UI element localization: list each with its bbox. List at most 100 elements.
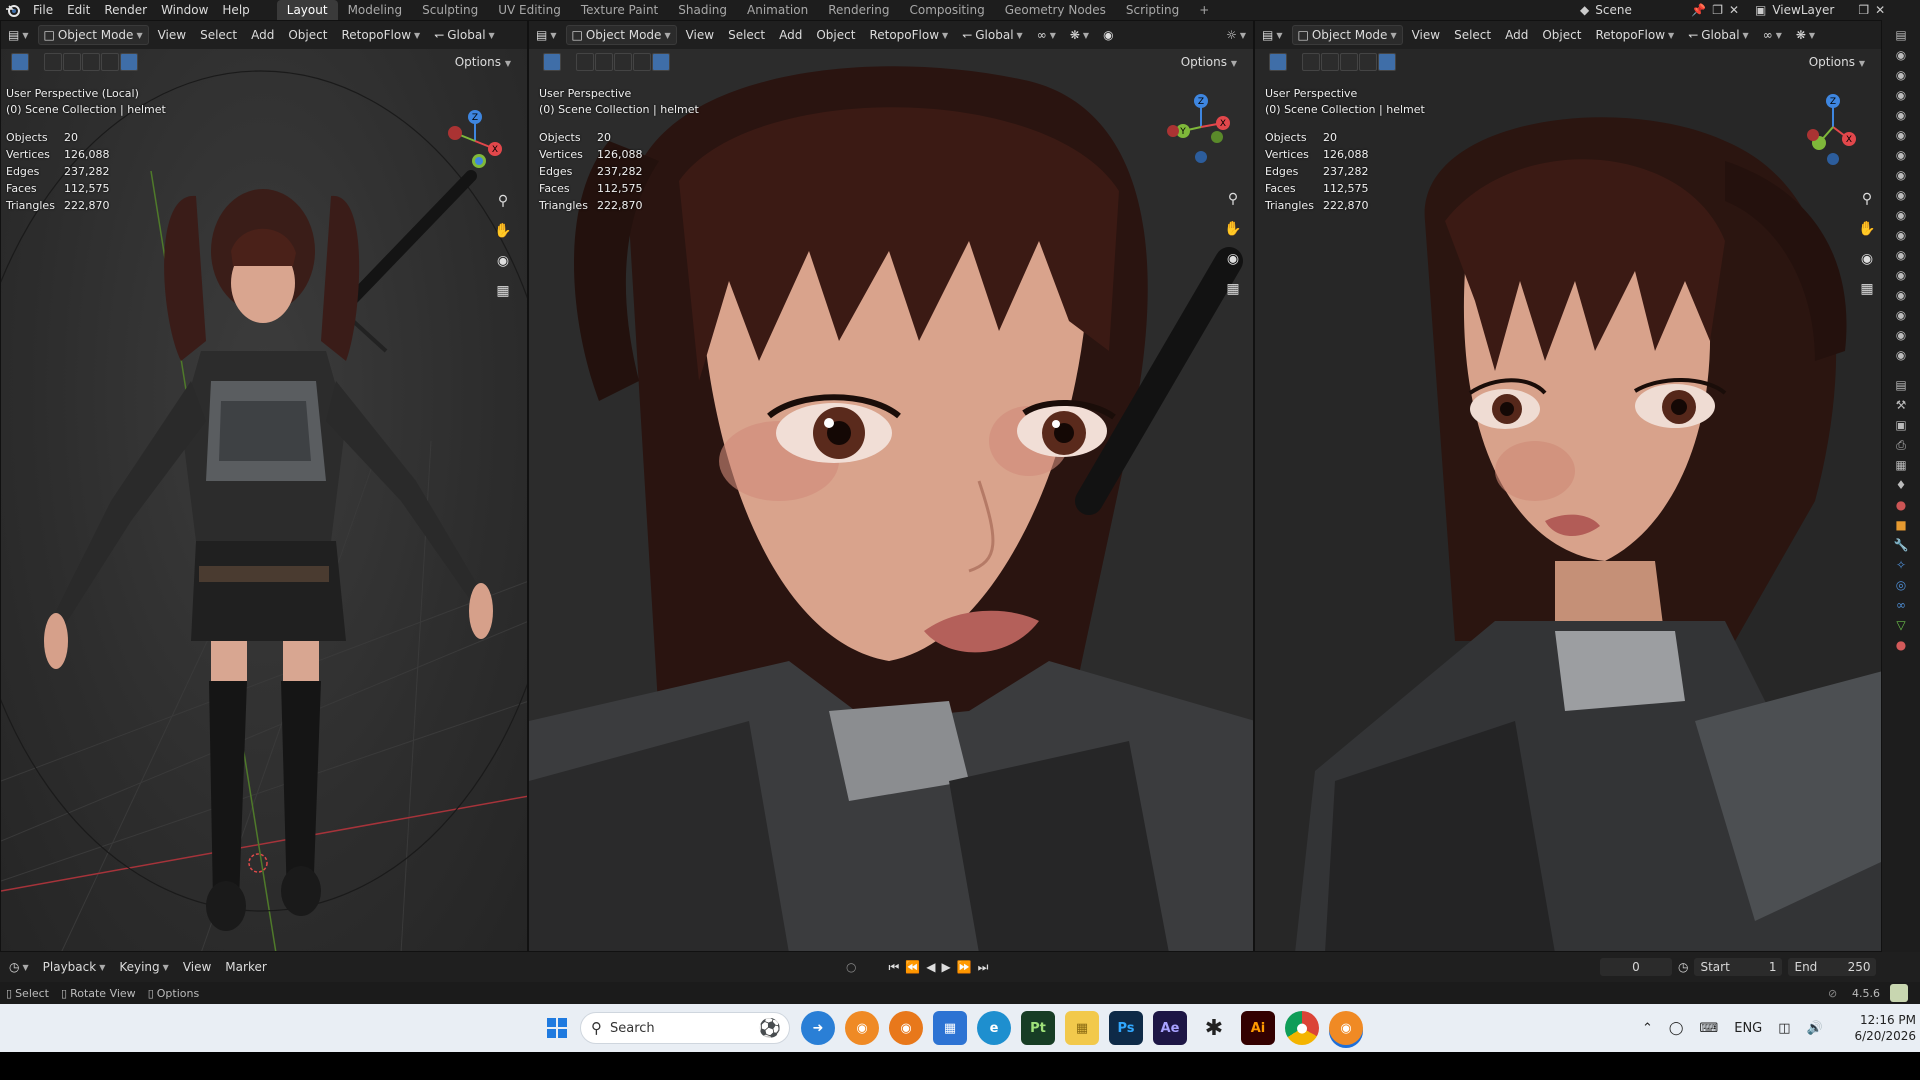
view-layer-name[interactable]: ViewLayer bbox=[1772, 3, 1852, 17]
add-workspace-button[interactable]: + bbox=[1189, 0, 1219, 20]
select-mode-extend-icon[interactable] bbox=[595, 53, 613, 71]
pin-icon[interactable]: 📌 bbox=[1691, 3, 1706, 17]
visibility-camera-icon[interactable]: ◉ bbox=[1890, 306, 1912, 324]
keying-menu[interactable]: Keying ▼ bbox=[114, 958, 173, 976]
orientation-dropdown[interactable]: ↽ Global ▼ bbox=[1683, 26, 1754, 44]
editor-type-icon[interactable]: ▤ ▼ bbox=[1257, 26, 1288, 44]
viewport-center[interactable]: ▤ ▼ □ Object Mode ▼ View Select Add Object … bbox=[528, 20, 1254, 952]
visibility-camera-icon[interactable]: ◉ bbox=[1890, 66, 1912, 84]
volume-icon[interactable]: 🔊 bbox=[1807, 1021, 1823, 1036]
orientation-dropdown[interactable]: ↽ Global ▼ bbox=[429, 26, 500, 44]
overlays-icon[interactable]: ☼ ▼ bbox=[1221, 26, 1251, 44]
visibility-camera-icon[interactable]: ◉ bbox=[1890, 346, 1912, 364]
tab-layout[interactable]: Layout bbox=[276, 0, 338, 20]
menu-add[interactable]: Add bbox=[1500, 26, 1533, 44]
world-properties-icon[interactable]: ● bbox=[1890, 496, 1912, 514]
camera-view-icon[interactable]: ◉ bbox=[1855, 247, 1879, 271]
select-mode-subtract-icon[interactable] bbox=[82, 53, 100, 71]
retopoflow-menu[interactable]: RetopoFlow ▼ bbox=[864, 26, 953, 44]
tool-properties-icon[interactable]: ⚒ bbox=[1890, 396, 1912, 414]
visibility-camera-icon[interactable]: ◉ bbox=[1890, 246, 1912, 264]
new-view-layer-icon[interactable]: ❐ bbox=[1858, 3, 1869, 17]
menu-help[interactable]: Help bbox=[215, 0, 256, 20]
pivot-icon[interactable]: ∞ ▼ bbox=[1758, 26, 1787, 44]
tab-texture-paint[interactable]: Texture Paint bbox=[571, 0, 668, 20]
blender-orange-icon[interactable]: ◉ bbox=[845, 1011, 879, 1045]
blender-icon[interactable]: ◉ bbox=[889, 1011, 923, 1045]
outliner-editor-icon[interactable]: ▤ bbox=[1890, 26, 1912, 44]
visibility-camera-icon[interactable]: ◉ bbox=[1890, 146, 1912, 164]
photoshop-icon[interactable]: Ps bbox=[1109, 1011, 1143, 1045]
viewport-left[interactable]: ▤ ▼ □ Object Mode ▼ View Select Add Object … bbox=[0, 20, 528, 952]
ortho-grid-icon[interactable]: ▦ bbox=[491, 279, 515, 303]
end-frame-field[interactable]: End 250 bbox=[1788, 958, 1877, 976]
zoom-icon[interactable]: ⚲ bbox=[491, 189, 515, 213]
select-tool-icon[interactable] bbox=[11, 53, 29, 71]
tab-shading[interactable]: Shading bbox=[668, 0, 737, 20]
options-button[interactable]: Options ▼ bbox=[1173, 53, 1245, 71]
tab-rendering[interactable]: Rendering bbox=[818, 0, 899, 20]
menu-view[interactable]: View bbox=[681, 26, 719, 44]
scene-properties-icon[interactable]: ♦ bbox=[1890, 476, 1912, 494]
play-reverse-icon[interactable]: ◀ bbox=[926, 960, 935, 974]
chrome-icon[interactable]: ● bbox=[1285, 1011, 1319, 1045]
visibility-camera-icon[interactable]: ◉ bbox=[1890, 286, 1912, 304]
navigation-gizmo[interactable]: Z X bbox=[1791, 87, 1871, 167]
visibility-camera-icon[interactable]: ◉ bbox=[1890, 226, 1912, 244]
jump-end-icon[interactable]: ⏭ bbox=[978, 960, 989, 975]
select-mode-new-icon[interactable] bbox=[576, 53, 594, 71]
select-mode-intersect-icon[interactable] bbox=[652, 53, 670, 71]
select-mode-invert-icon[interactable] bbox=[101, 53, 119, 71]
menu-edit[interactable]: Edit bbox=[60, 0, 97, 20]
camera-view-icon[interactable]: ◉ bbox=[1221, 247, 1245, 271]
start-frame-field[interactable]: Start 1 bbox=[1694, 958, 1783, 976]
select-mode-new-icon[interactable] bbox=[1302, 53, 1320, 71]
snap-icon[interactable]: ❋ ▼ bbox=[1065, 26, 1094, 44]
zbrush-icon[interactable]: ✱ bbox=[1197, 1011, 1231, 1045]
object-properties-icon[interactable]: ■ bbox=[1890, 516, 1912, 534]
pan-hand-icon[interactable]: ✋ bbox=[491, 219, 515, 243]
select-mode-invert-icon[interactable] bbox=[633, 53, 651, 71]
constraints-properties-icon[interactable]: ∞ bbox=[1890, 596, 1912, 614]
delete-view-layer-icon[interactable]: ✕ bbox=[1875, 3, 1885, 17]
pan-hand-icon[interactable]: ✋ bbox=[1221, 217, 1245, 241]
visibility-camera-icon[interactable]: ◉ bbox=[1890, 106, 1912, 124]
camera-view-icon[interactable]: ◉ bbox=[491, 249, 515, 273]
timeline-view-menu[interactable]: View bbox=[178, 958, 216, 976]
mode-dropdown[interactable]: □ Object Mode ▼ bbox=[1291, 25, 1403, 45]
tab-modeling[interactable]: Modeling bbox=[338, 0, 413, 20]
data-properties-icon[interactable]: ▽ bbox=[1890, 616, 1912, 634]
properties-editor-icon[interactable]: ▤ bbox=[1890, 376, 1912, 394]
proportional-edit-icon[interactable]: ◉ bbox=[1098, 26, 1118, 44]
delete-scene-icon[interactable]: ✕ bbox=[1729, 3, 1739, 17]
select-tool-icon[interactable] bbox=[1269, 53, 1287, 71]
marker-menu[interactable]: Marker bbox=[220, 958, 271, 976]
output-properties-icon[interactable]: ⎙ bbox=[1890, 436, 1912, 454]
auto-keying-icon[interactable]: ○ bbox=[846, 960, 856, 974]
menu-window[interactable]: Window bbox=[154, 0, 215, 20]
menu-select[interactable]: Select bbox=[1449, 26, 1496, 44]
keyboard-icon[interactable]: ⌨ bbox=[1699, 1021, 1718, 1036]
tab-sculpting[interactable]: Sculpting bbox=[412, 0, 488, 20]
zoom-icon[interactable]: ⚲ bbox=[1855, 187, 1879, 211]
current-frame-field[interactable]: 0 bbox=[1600, 958, 1672, 976]
microsoft-store-icon[interactable]: ▦ bbox=[933, 1011, 967, 1045]
menu-render[interactable]: Render bbox=[97, 0, 154, 20]
menu-select[interactable]: Select bbox=[195, 26, 242, 44]
editor-type-icon[interactable]: ▤ ▼ bbox=[3, 26, 34, 44]
tab-scripting[interactable]: Scripting bbox=[1116, 0, 1189, 20]
blender-active-icon[interactable]: ◉ bbox=[1329, 1011, 1363, 1045]
visibility-camera-icon[interactable]: ◉ bbox=[1890, 126, 1912, 144]
editor-type-icon[interactable]: ▤ ▼ bbox=[531, 26, 562, 44]
menu-object[interactable]: Object bbox=[1537, 26, 1586, 44]
language-indicator[interactable]: ENG bbox=[1734, 1021, 1762, 1036]
play-icon[interactable]: ▶ bbox=[941, 960, 950, 974]
visibility-camera-icon[interactable]: ◉ bbox=[1890, 166, 1912, 184]
select-mode-intersect-icon[interactable] bbox=[1378, 53, 1396, 71]
visibility-camera-icon[interactable]: ◉ bbox=[1890, 186, 1912, 204]
menu-view[interactable]: View bbox=[1407, 26, 1445, 44]
tab-compositing[interactable]: Compositing bbox=[899, 0, 994, 20]
edge-browser-icon[interactable]: e bbox=[977, 1011, 1011, 1045]
app-blue-circle-icon[interactable]: ➜ bbox=[801, 1011, 835, 1045]
new-scene-icon[interactable]: ❐ bbox=[1712, 3, 1723, 17]
